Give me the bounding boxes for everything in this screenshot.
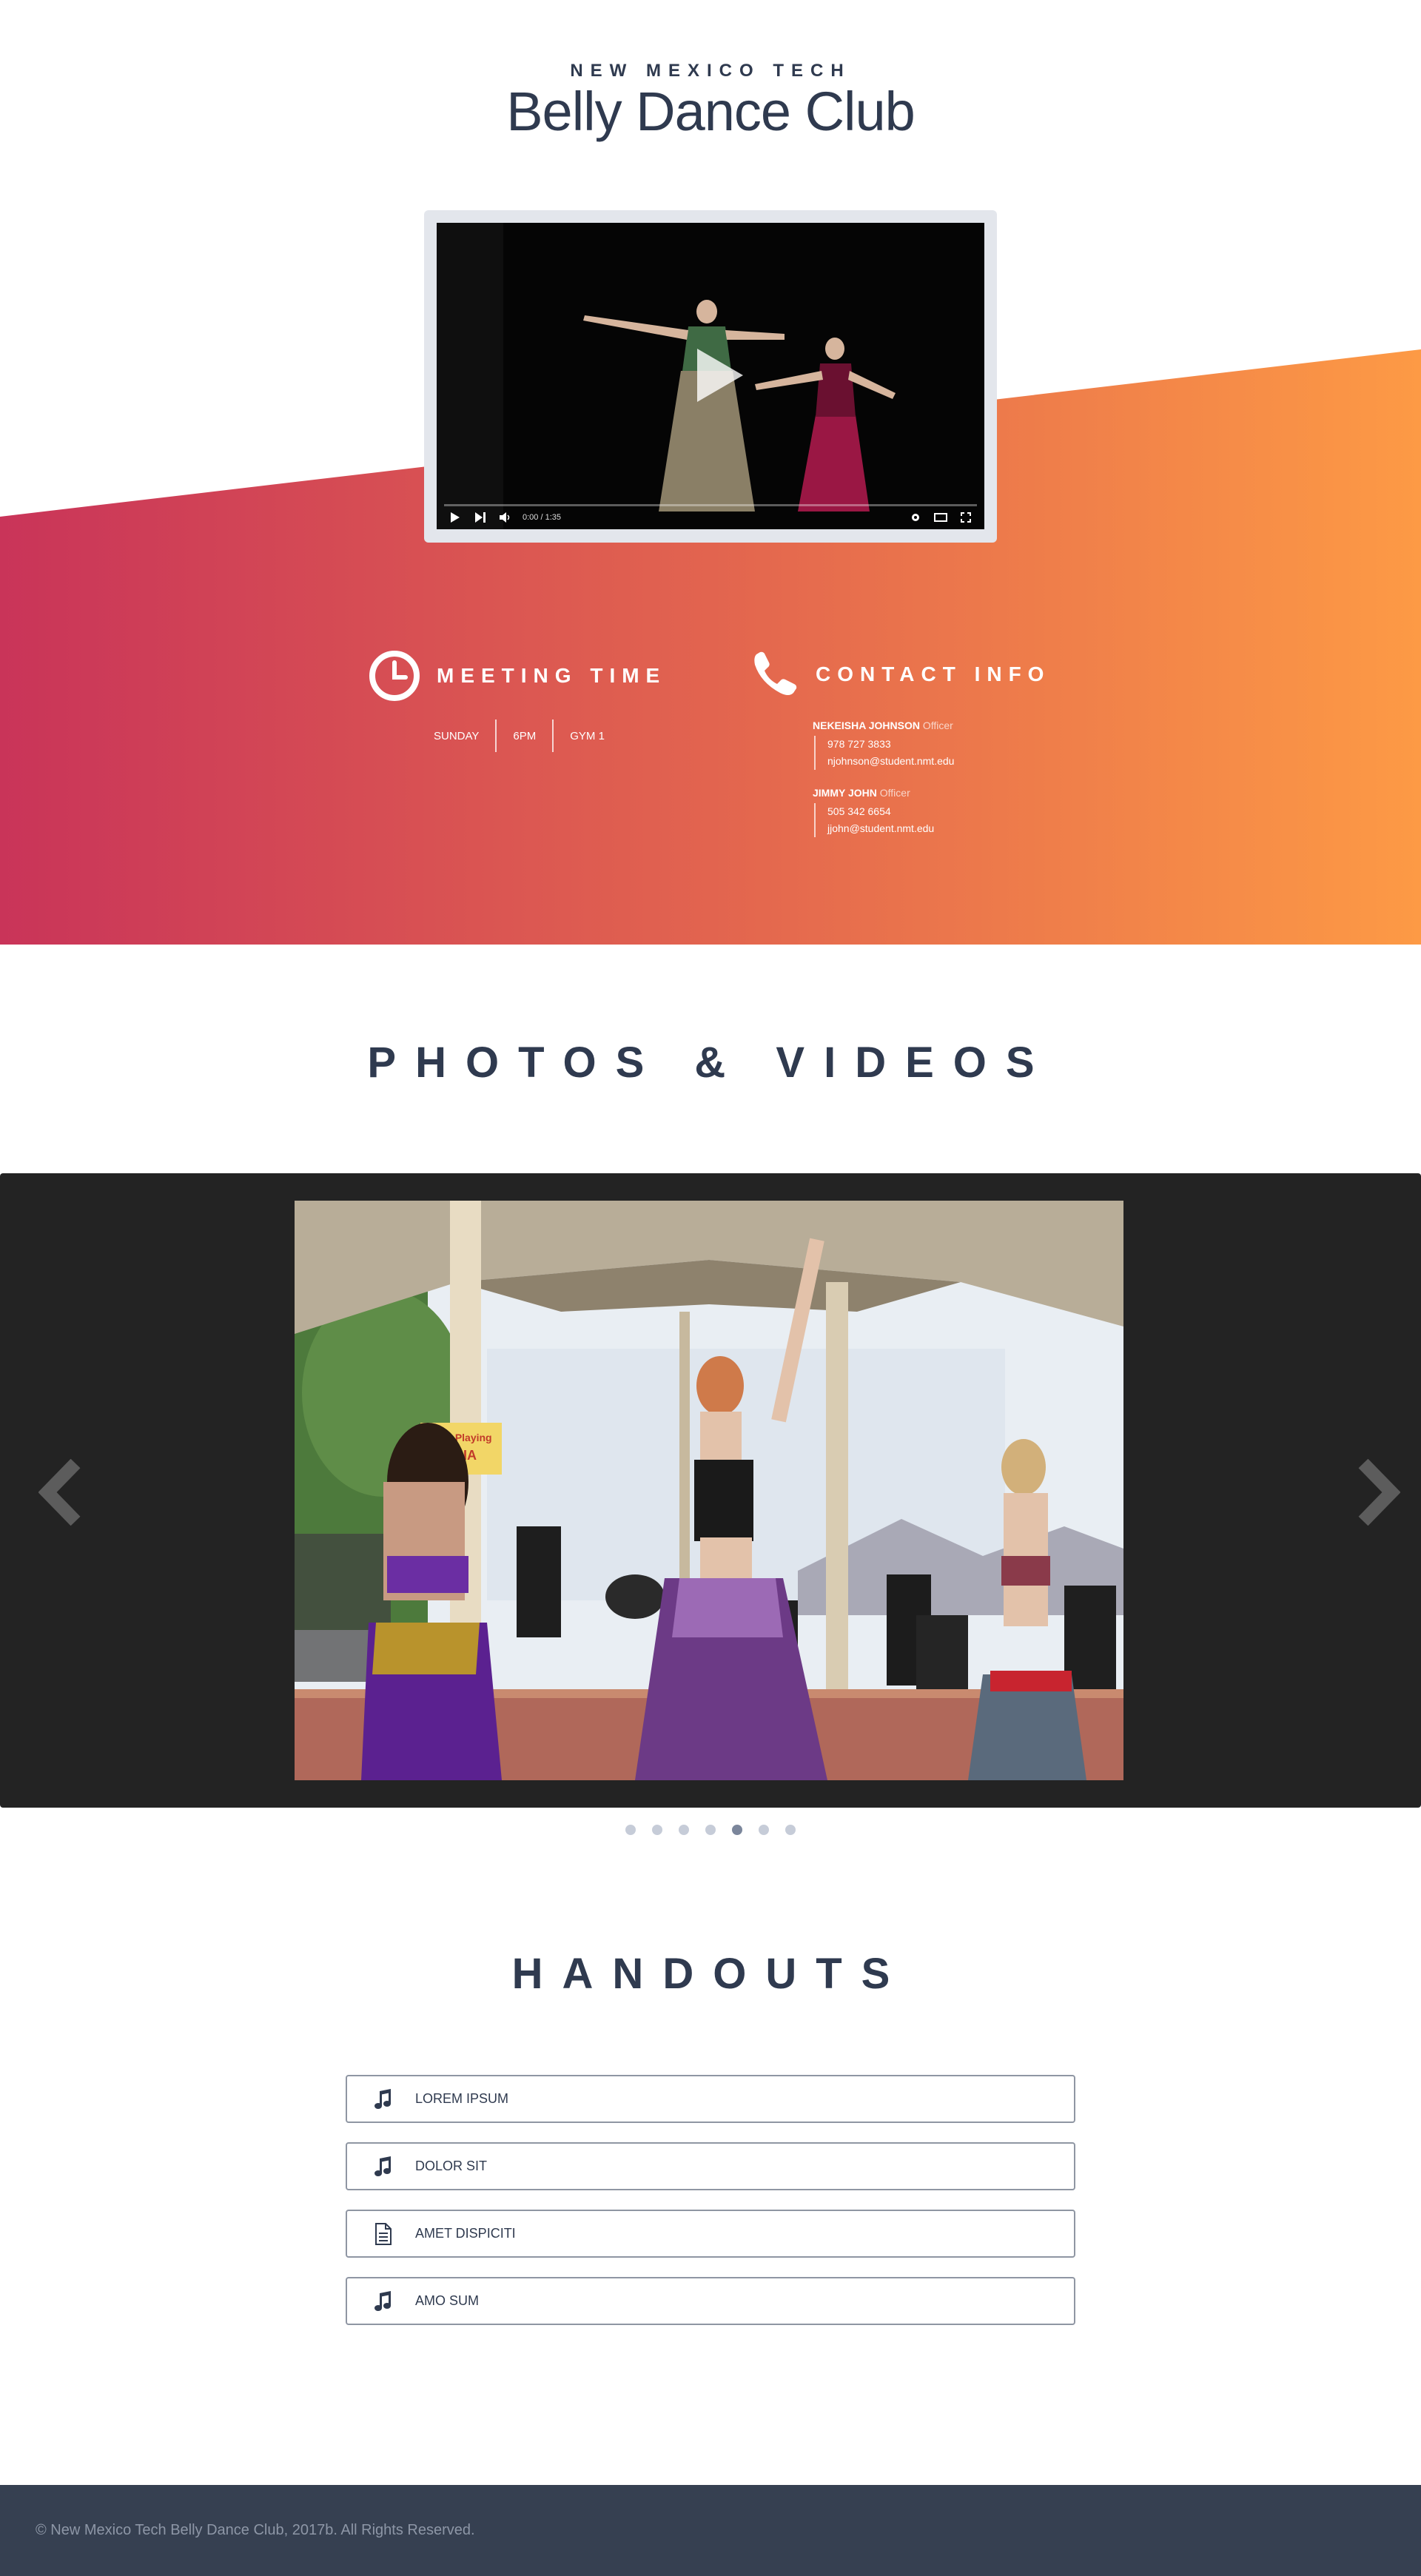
music-note-icon: [372, 2290, 394, 2312]
meeting-time-heading: MEETING TIME: [369, 650, 666, 702]
music-note-icon: [372, 2088, 394, 2110]
handout-label: AMO SUM: [415, 2293, 480, 2308]
video-time: 0:00 / 1:35: [523, 513, 561, 522]
settings-gear-icon[interactable]: [907, 511, 924, 523]
handout-item[interactable]: AMET DISPICITI: [346, 2210, 1075, 2258]
handout-item[interactable]: LOREM IPSUM: [346, 2075, 1075, 2123]
next-icon[interactable]: [472, 511, 488, 523]
contact-person: JIMMY JOHN Officer 505 342 6654 jjohn@st…: [813, 787, 934, 837]
music-note-icon: [372, 2156, 394, 2178]
fullscreen-icon[interactable]: [958, 511, 974, 523]
carousel-slide-photo: Now Playing ALIA: [295, 1201, 1123, 1780]
photo-carousel: Now Playing ALIA: [0, 1173, 1421, 1808]
play-icon[interactable]: [447, 511, 463, 523]
contact-person: NEKEISHA JOHNSON Officer 978 727 3833 nj…: [813, 720, 954, 770]
meeting-place: GYM 1: [570, 729, 605, 742]
contact-role: Officer: [879, 787, 910, 799]
meeting-details: SUNDAY 6PM GYM 1: [417, 720, 621, 752]
phone-icon: [754, 651, 797, 695]
play-overlay-icon[interactable]: [697, 349, 743, 402]
video-player-frame: 0:00 / 1:35: [424, 210, 997, 543]
handouts-heading: HANDOUTS: [511, 1950, 910, 1998]
contact-name: NEKEISHA JOHNSON: [813, 720, 920, 731]
contact-name: JIMMY JOHN: [813, 787, 877, 799]
site-footer: © New Mexico Tech Belly Dance Club, 2017…: [0, 2485, 1421, 2576]
clock-icon: [369, 651, 420, 701]
meeting-hour: 6PM: [513, 729, 537, 742]
chevron-right-icon[interactable]: [1356, 1458, 1401, 1526]
photos-videos-heading: PHOTOS & VIDEOS: [367, 1039, 1054, 1087]
handout-list: LOREM IPSUM DOLOR SIT AMET DISPICITI AMO…: [346, 2075, 1075, 2344]
carousel-dot[interactable]: [652, 1825, 662, 1835]
carousel-dot[interactable]: [759, 1825, 769, 1835]
contact-role: Officer: [922, 720, 953, 731]
meeting-day: SUNDAY: [434, 729, 480, 742]
carousel-dot[interactable]: [679, 1825, 689, 1835]
contact-email[interactable]: jjohn@student.nmt.edu: [827, 820, 934, 837]
handout-item[interactable]: DOLOR SIT: [346, 2142, 1075, 2190]
volume-icon[interactable]: [497, 511, 514, 523]
contact-info-heading: CONTACT INFO: [750, 650, 1050, 699]
handout-label: DOLOR SIT: [415, 2159, 488, 2173]
handout-label: AMET DISPICITI: [415, 2226, 516, 2241]
carousel-dot-active[interactable]: [732, 1825, 742, 1835]
carousel-dot[interactable]: [625, 1825, 636, 1835]
chevron-left-icon[interactable]: [38, 1458, 83, 1526]
copyright-text: © New Mexico Tech Belly Dance Club, 2017…: [36, 2522, 475, 2538]
theater-mode-icon[interactable]: [933, 511, 949, 523]
carousel-dot[interactable]: [785, 1825, 796, 1835]
handout-item[interactable]: AMO SUM: [346, 2277, 1075, 2325]
page-title: Belly Dance Club: [506, 81, 916, 142]
carousel-pagination: [0, 1825, 1421, 1835]
video-player[interactable]: 0:00 / 1:35: [437, 223, 984, 529]
meeting-time-label: MEETING TIME: [437, 664, 667, 687]
contact-email[interactable]: njohnson@student.nmt.edu: [827, 753, 954, 770]
contact-info-label: CONTACT INFO: [816, 663, 1051, 685]
handout-label: LOREM IPSUM: [415, 2091, 509, 2106]
contact-phone: 505 342 6654: [827, 805, 891, 817]
organization-name: NEW MEXICO TECH: [570, 61, 851, 81]
document-icon: [372, 2222, 394, 2245]
contact-phone: 978 727 3833: [827, 738, 891, 750]
video-controls: 0:00 / 1:35: [437, 506, 984, 529]
carousel-dot[interactable]: [705, 1825, 716, 1835]
